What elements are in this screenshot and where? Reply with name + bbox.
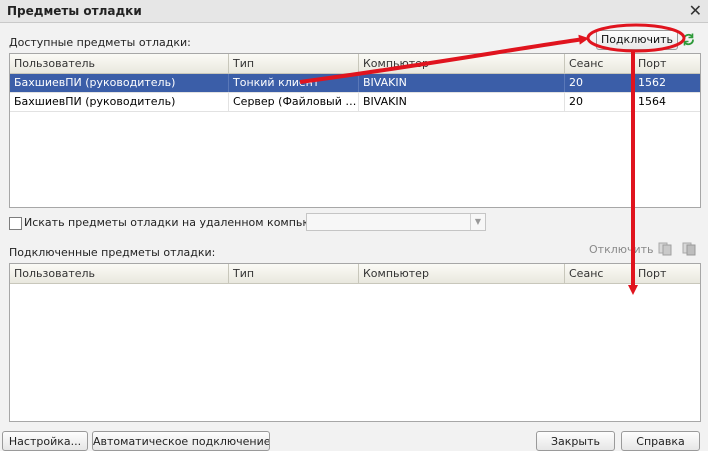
settings-button[interactable]: Настройка... (2, 431, 88, 451)
cell-computer: BIVAKIN (359, 74, 565, 92)
remote-search-checkbox[interactable] (9, 217, 22, 230)
table-header: Пользователь Тип Компьютер Сеанс Порт (10, 264, 700, 284)
connected-items-table[interactable]: Пользователь Тип Компьютер Сеанс Порт (9, 263, 701, 422)
title-bar: Предметы отладки ✕ (0, 0, 708, 23)
cell-user: БахшиевПИ (руководитель) (10, 93, 229, 111)
column-type[interactable]: Тип (229, 54, 359, 73)
close-icon[interactable]: ✕ (689, 1, 702, 20)
close-button[interactable]: Закрыть (536, 431, 615, 451)
table-row[interactable]: БахшиевПИ (руководитель) Тонкий клиент B… (10, 74, 700, 93)
cell-session: 20 (565, 74, 634, 92)
disconnect-button[interactable]: Отключить (589, 243, 654, 256)
connect-button[interactable]: Подключить (596, 30, 678, 50)
column-session[interactable]: Сеанс (565, 264, 634, 283)
connected-items-label: Подключенные предметы отладки: (9, 246, 216, 259)
cell-type: Сервер (Файловый ва... (229, 93, 359, 111)
cell-user: БахшиевПИ (руководитель) (10, 74, 229, 92)
cell-session: 20 (565, 93, 634, 111)
column-port[interactable]: Порт (634, 54, 700, 73)
paste-icon[interactable] (682, 242, 696, 256)
available-items-table[interactable]: Пользователь Тип Компьютер Сеанс Порт Ба… (9, 53, 701, 208)
table-header: Пользователь Тип Компьютер Сеанс Порт (10, 54, 700, 74)
column-user[interactable]: Пользователь (10, 54, 229, 73)
cell-port: 1564 (638, 95, 666, 108)
cell-computer: BIVAKIN (359, 93, 565, 111)
table-row[interactable]: БахшиевПИ (руководитель) Сервер (Файловы… (10, 93, 700, 112)
cell-type: Тонкий клиент (229, 74, 359, 92)
column-port[interactable]: Порт (634, 264, 700, 283)
auto-connect-button[interactable]: Автоматическое подключение... (92, 431, 270, 451)
available-items-label: Доступные предметы отладки: (9, 36, 191, 49)
cell-port: 1562 (638, 76, 666, 89)
remote-search-label: Искать предметы отладки на удаленном ком… (24, 216, 343, 229)
help-button[interactable]: Справка (621, 431, 700, 451)
copy-icon[interactable] (658, 242, 672, 256)
column-computer[interactable]: Компьютер (359, 264, 565, 283)
column-type[interactable]: Тип (229, 264, 359, 283)
column-user[interactable]: Пользователь (10, 264, 229, 283)
refresh-icon[interactable] (681, 32, 696, 47)
chevron-down-icon[interactable]: ▼ (470, 214, 485, 230)
column-computer[interactable]: Компьютер (359, 54, 565, 73)
column-session[interactable]: Сеанс (565, 54, 634, 73)
remote-computer-select[interactable]: ▼ (306, 213, 486, 231)
window-title: Предметы отладки (7, 4, 142, 18)
